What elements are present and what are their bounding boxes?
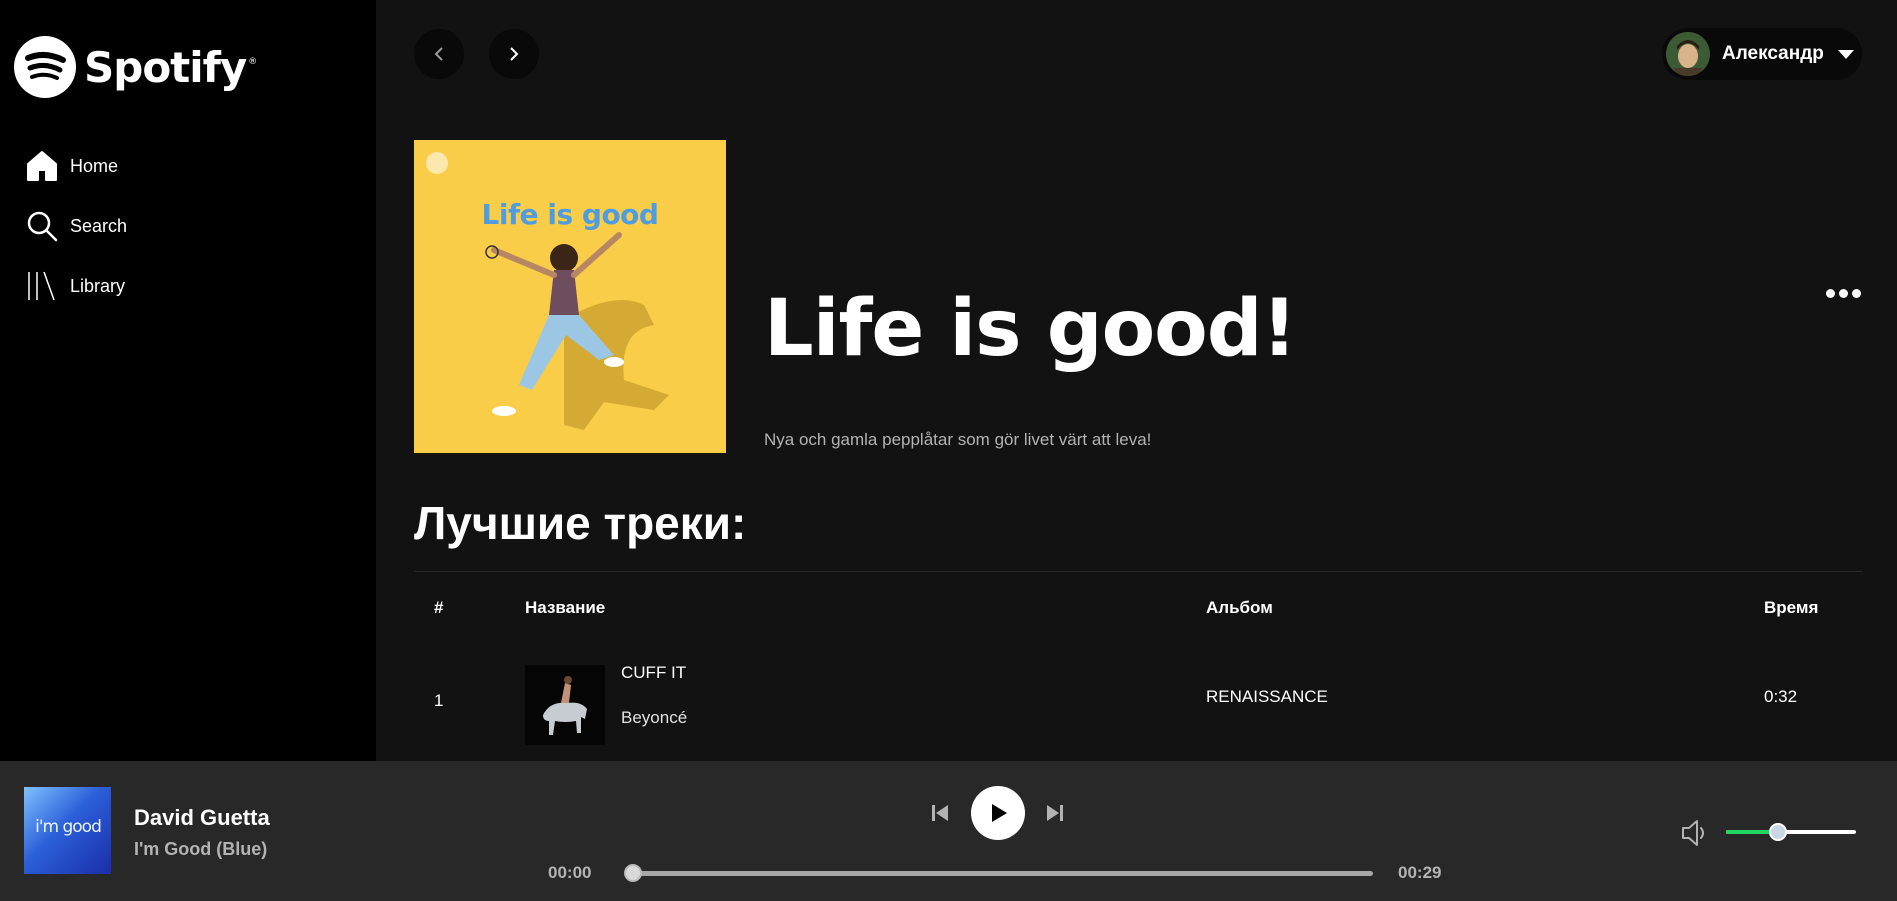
volume-icon (1682, 820, 1704, 846)
time-total: 00:29 (1398, 863, 1442, 882)
nav-label-search: Search (70, 215, 128, 236)
now-playing-artist[interactable]: David Guetta (134, 805, 270, 831)
volume-handle[interactable] (1769, 823, 1787, 841)
more-options-button[interactable] (1822, 285, 1865, 302)
back-button[interactable] (414, 29, 464, 79)
sidebar: Spotify ® Home Search Library (0, 0, 376, 761)
skip-previous-icon (932, 805, 948, 821)
logo-wordmark: Spotify ® (84, 42, 257, 92)
play-icon (992, 804, 1007, 822)
home-icon (26, 150, 58, 182)
cover-photo (485, 232, 669, 430)
track-duration: 0:32 (1764, 687, 1798, 706)
volume-slider[interactable] (1726, 823, 1856, 841)
main-nav: Home Search Library (26, 148, 127, 328)
now-playing-cover-text: i'm good (35, 817, 102, 837)
nav-item-library[interactable]: Library (26, 268, 127, 304)
play-button[interactable] (971, 786, 1025, 840)
search-icon (26, 210, 58, 242)
now-playing-cover: i'm good (24, 787, 111, 874)
caret-down-icon (1837, 49, 1854, 59)
section-title: Лучшие треки: (414, 497, 747, 549)
track-album[interactable]: RENAISSANCE (1206, 687, 1328, 707)
next-button[interactable] (1040, 798, 1070, 828)
chevron-right-icon (510, 47, 519, 61)
playlist-title: Life is good! (764, 284, 1297, 374)
track-list: 1 CUFF IT Beyoncé RENAISSANCE 0:32 (414, 571, 1862, 745)
progress-bar[interactable] (624, 864, 1373, 882)
player-bar: i'm good David Guetta I'm Good (Blue) 00… (0, 761, 1897, 901)
spotify-logo[interactable]: Spotify ® (14, 36, 257, 98)
table-row[interactable]: 1 CUFF IT Beyoncé RENAISSANCE 0:32 (414, 571, 1862, 745)
track-cover (525, 665, 605, 745)
playlist-description: Nya och gamla pepplåtar som gör livet vä… (764, 430, 1152, 449)
registered-mark: ® (248, 56, 257, 67)
nav-label-home: Home (70, 155, 119, 176)
chevron-left-icon (434, 47, 443, 61)
track-title[interactable]: CUFF IT (621, 663, 686, 683)
user-name: Александр (1722, 43, 1824, 64)
more-dots-icon (1826, 289, 1835, 298)
nav-label-library: Library (70, 275, 126, 296)
progress-handle[interactable] (624, 864, 642, 882)
now-playing-track[interactable]: I'm Good (Blue) (134, 839, 267, 860)
library-icon (26, 270, 58, 302)
user-menu-button[interactable]: Александр (1662, 28, 1862, 80)
track-number: 1 (434, 691, 444, 710)
spotify-logo-icon (14, 36, 76, 98)
skip-next-icon (1047, 805, 1063, 821)
main-content: Александр Life is good Life is good! Nya… (376, 0, 1897, 761)
forward-button[interactable] (489, 29, 539, 79)
nav-item-search[interactable]: Search (26, 208, 127, 244)
nav-item-home[interactable]: Home (26, 148, 127, 184)
time-elapsed: 00:00 (548, 863, 592, 882)
avatar (1666, 32, 1710, 76)
previous-button[interactable] (925, 798, 955, 828)
track-artist[interactable]: Beyoncé (621, 708, 687, 728)
playlist-cover: Life is good (414, 140, 726, 453)
volume-button[interactable] (1680, 818, 1712, 848)
